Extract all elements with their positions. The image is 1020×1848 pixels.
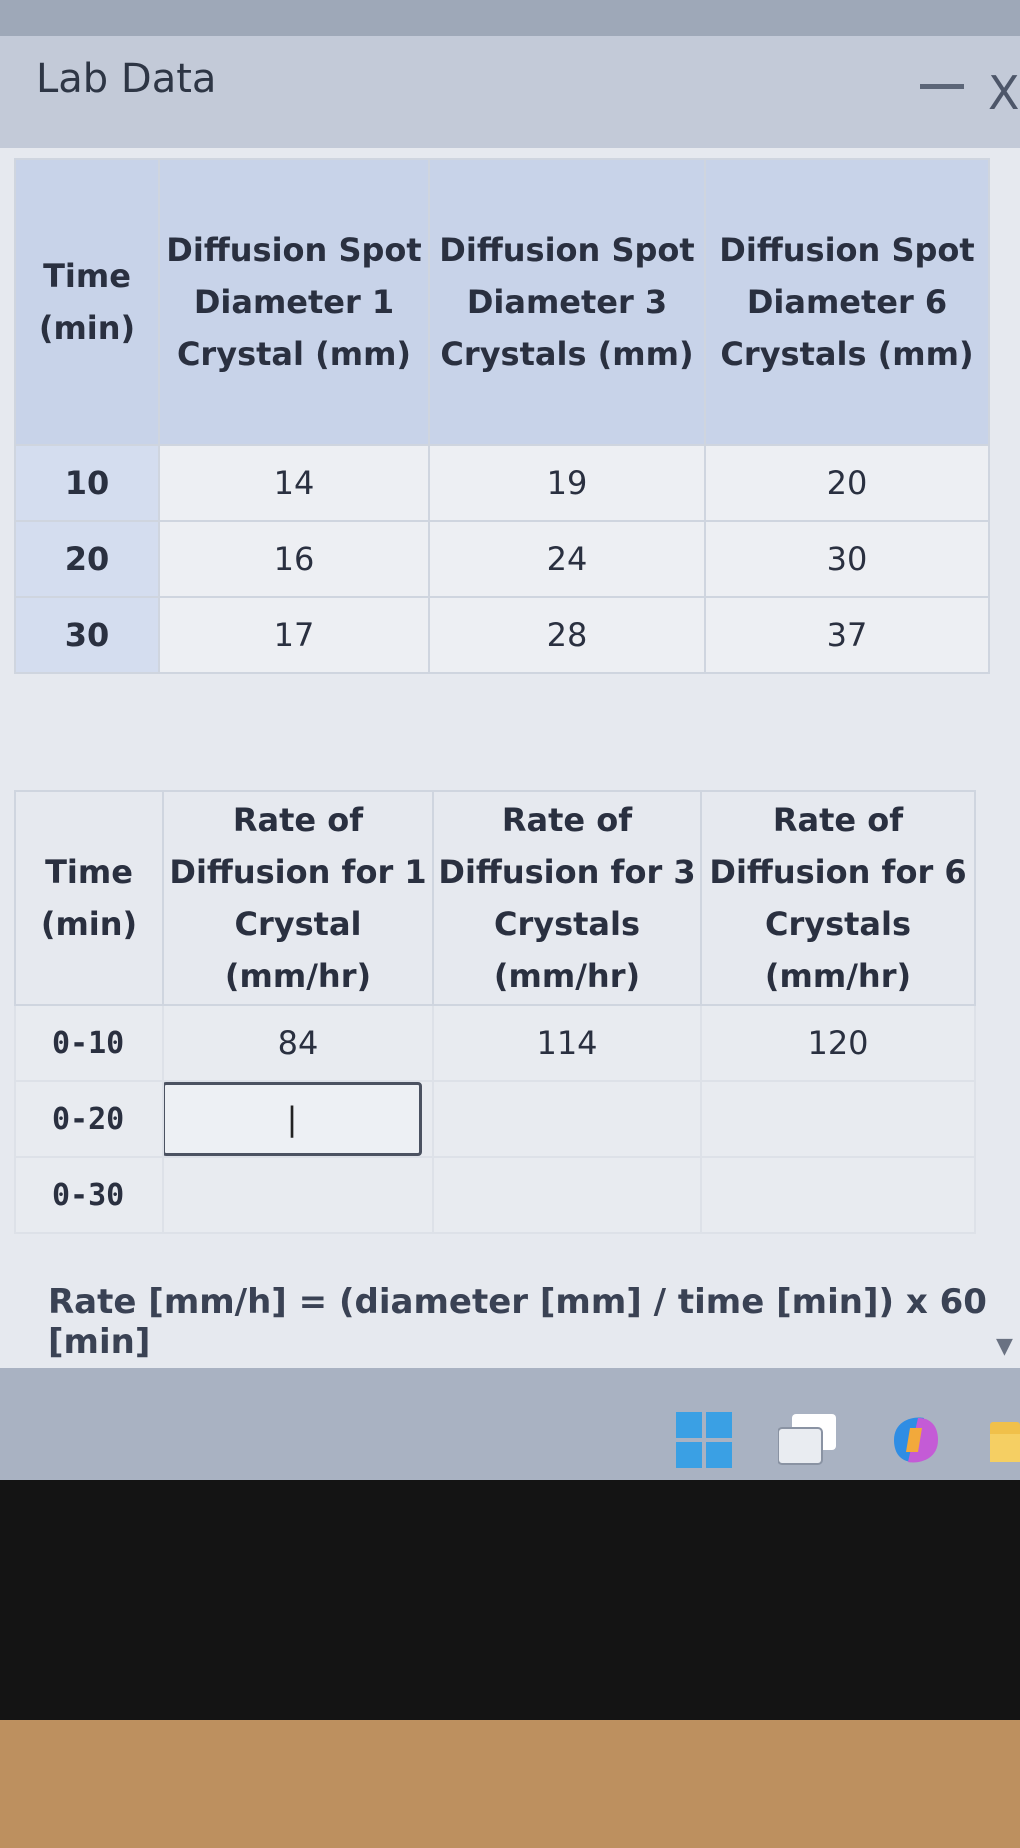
rate-input-1-crystal-0-20[interactable] — [162, 1082, 422, 1156]
column-header-rate-1-crystal: Rate of Diffusion for 1 Crystal (mm/hr) — [162, 790, 434, 1006]
table-cell: 84 — [162, 1004, 434, 1082]
rate-formula: Rate [mm/h] = (diameter [mm] / time [min… — [48, 1282, 987, 1362]
copilot-icon[interactable] — [884, 1410, 948, 1470]
table-cell: 114 — [432, 1004, 702, 1082]
table-cell: 17 — [158, 596, 430, 674]
table-header-row: Time (min) Diffusion Spot Diameter 1 Cry… — [14, 158, 990, 446]
time-cell: 0-10 — [14, 1004, 164, 1082]
time-cell: 10 — [14, 444, 160, 522]
input-cell[interactable] — [700, 1080, 976, 1158]
input-cell[interactable] — [700, 1156, 976, 1234]
time-cell: 0-20 — [14, 1080, 164, 1158]
table-cell: 28 — [428, 596, 706, 674]
table-cell: 120 — [700, 1004, 976, 1082]
table-row: 0-10 84 114 120 — [14, 1004, 976, 1082]
input-cell[interactable] — [162, 1156, 434, 1234]
monitor-bezel — [0, 1480, 1020, 1720]
table-cell: 24 — [428, 520, 706, 598]
table-row: 0-30 — [14, 1156, 976, 1234]
table-row: 10 14 19 20 — [14, 444, 990, 522]
table-cell: 37 — [704, 596, 990, 674]
window-top-strip — [0, 0, 1020, 36]
column-header-rate-6-crystals: Rate of Diffusion for 6 Crystals (mm/hr) — [700, 790, 976, 1006]
table-row: 30 17 28 37 — [14, 596, 990, 674]
table-cell: 30 — [704, 520, 990, 598]
lab-data-window: Lab Data X Time (min) Diffusion Spot Dia… — [0, 0, 1020, 1368]
windows-start-icon[interactable] — [676, 1412, 732, 1468]
table-row: 0-20 — [14, 1080, 976, 1158]
table-cell: 20 — [704, 444, 990, 522]
table-header-row: Time (min) Rate of Diffusion for 1 Cryst… — [14, 790, 976, 1006]
minimize-button[interactable] — [920, 84, 964, 89]
column-header-rate-3-crystals: Rate of Diffusion for 3 Crystals (mm/hr) — [432, 790, 702, 1006]
column-header-3-crystals: Diffusion Spot Diameter 3 Crystals (mm) — [428, 158, 706, 446]
wooden-desk — [0, 1720, 1020, 1848]
diameter-table: Time (min) Diffusion Spot Diameter 1 Cry… — [14, 158, 990, 674]
time-cell: 0-30 — [14, 1156, 164, 1234]
input-cell[interactable] — [432, 1080, 702, 1158]
file-explorer-icon[interactable] — [990, 1412, 1020, 1468]
table-cell: 14 — [158, 444, 430, 522]
table-cell: 19 — [428, 444, 706, 522]
taskbar — [0, 1368, 1020, 1480]
rate-table: Time (min) Rate of Diffusion for 1 Cryst… — [14, 790, 976, 1234]
table-row: 20 16 24 30 — [14, 520, 990, 598]
scroll-down-arrow-icon[interactable]: ▼ — [996, 1334, 1013, 1359]
input-cell[interactable] — [432, 1156, 702, 1234]
column-header-6-crystals: Diffusion Spot Diameter 6 Crystals (mm) — [704, 158, 990, 446]
close-button[interactable]: X — [988, 70, 1020, 116]
column-header-1-crystal: Diffusion Spot Diameter 1 Crystal (mm) — [158, 158, 430, 446]
monitor-screen: Lab Data X Time (min) Diffusion Spot Dia… — [0, 0, 1020, 1480]
task-view-icon[interactable] — [778, 1414, 838, 1466]
column-header-time: Time (min) — [14, 158, 160, 446]
column-header-time: Time (min) — [14, 790, 164, 1006]
window-title: Lab Data — [36, 56, 217, 102]
time-cell: 30 — [14, 596, 160, 674]
input-cell — [162, 1080, 434, 1158]
time-cell: 20 — [14, 520, 160, 598]
table-cell: 16 — [158, 520, 430, 598]
